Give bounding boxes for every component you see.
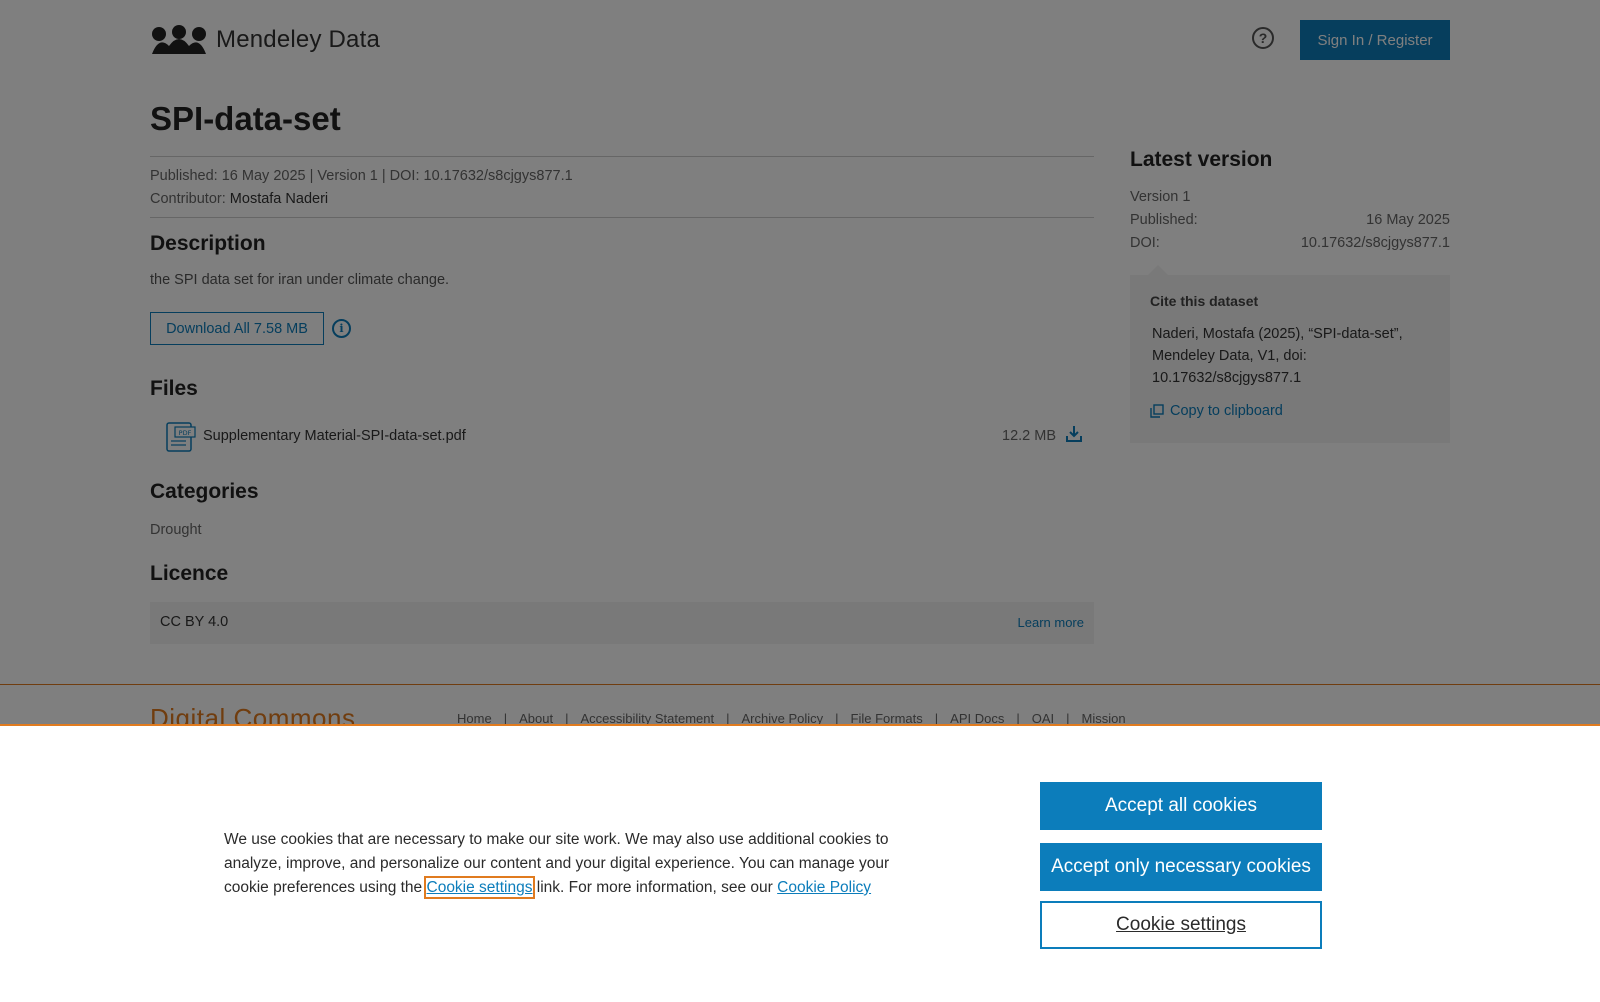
accept-necessary-cookies-button[interactable]: Accept only necessary cookies [1040,843,1322,891]
cookie-text-middle: link. For more information, see our [536,879,773,896]
page: Mendeley Data ? Sign In / Register SPI-d… [0,0,1600,1002]
accept-all-cookies-button[interactable]: Accept all cookies [1040,782,1322,830]
modal-overlay [0,0,1600,724]
cookie-settings-button[interactable]: Cookie settings [1040,901,1322,949]
cookie-settings-link[interactable]: Cookie settings [423,876,536,899]
cookie-banner: We use cookies that are necessary to mak… [0,724,1600,1002]
cookie-policy-link[interactable]: Cookie Policy [777,879,871,896]
cookie-message: We use cookies that are necessary to mak… [224,828,934,900]
